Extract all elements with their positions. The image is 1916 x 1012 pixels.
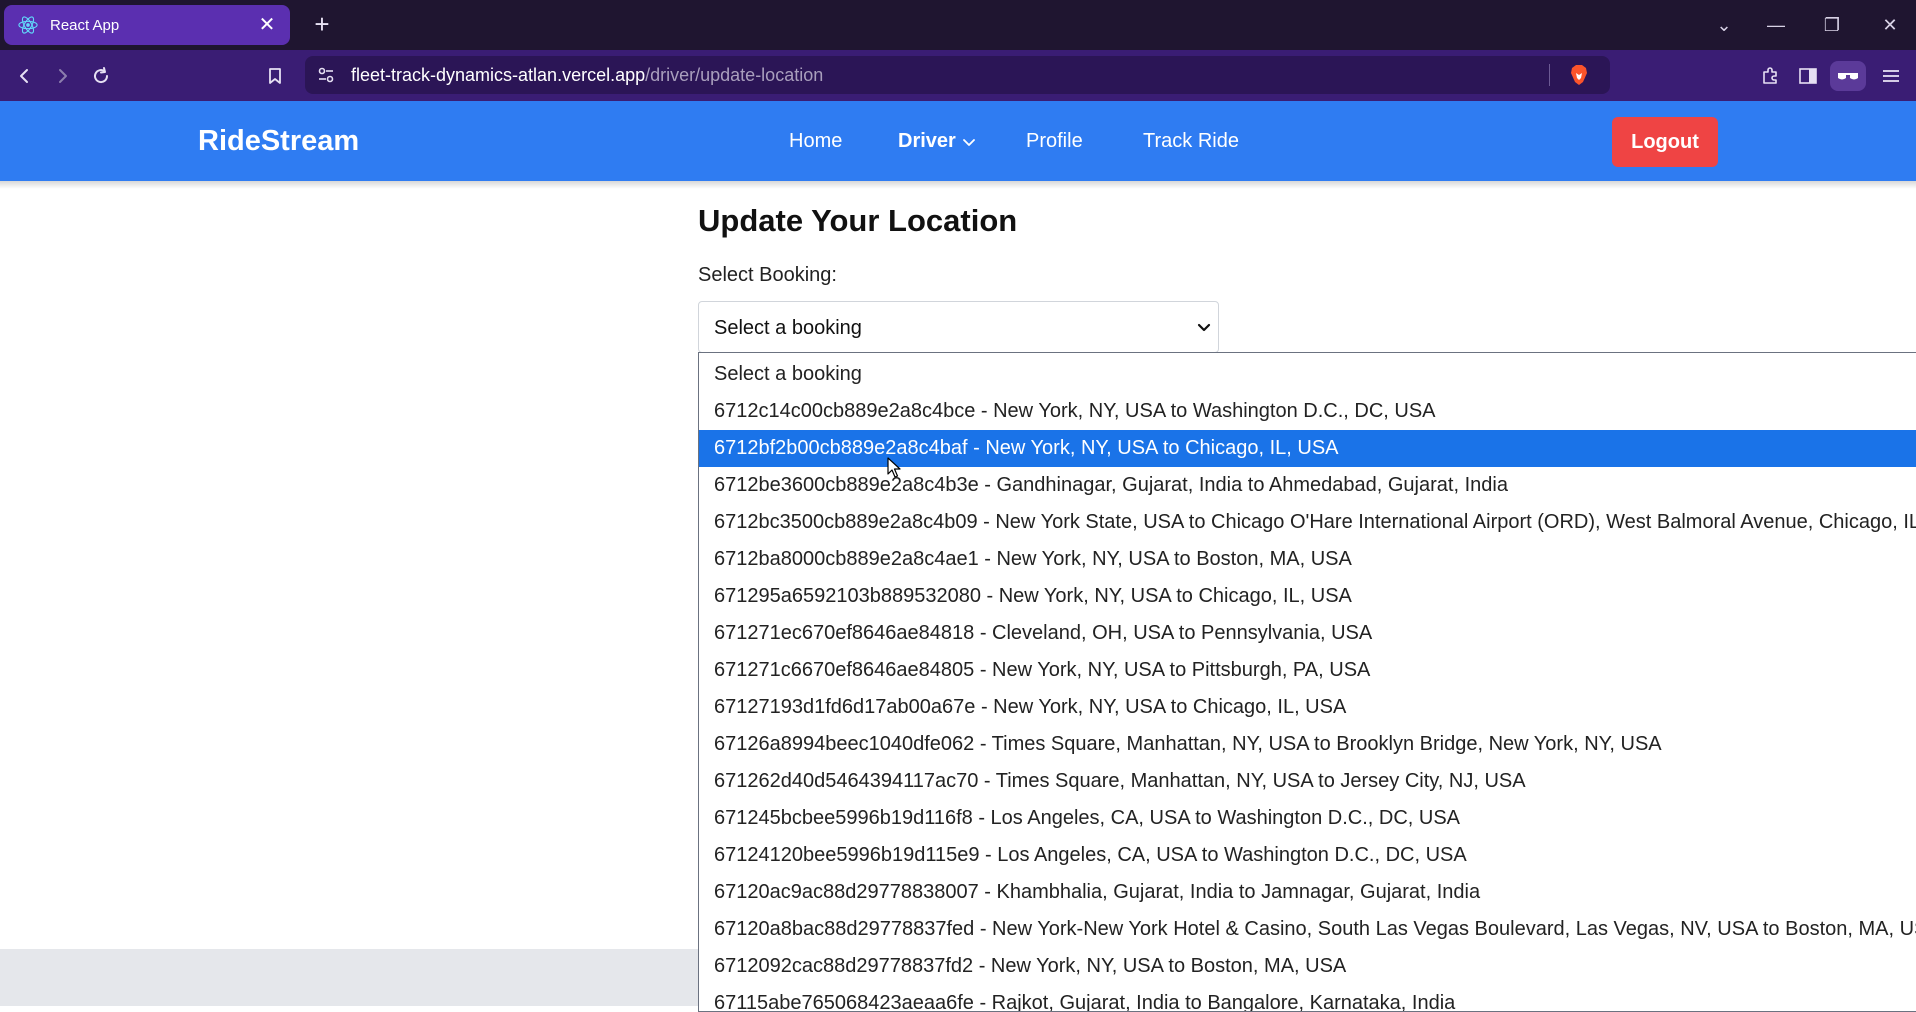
page-title: Update Your Location — [698, 203, 1018, 238]
dropdown-option[interactable]: 67126a8994beec1040dfe062 - Times Square,… — [699, 726, 1916, 763]
dropdown-option[interactable]: 67120ac9ac88d29778838007 - Khambhalia, G… — [699, 874, 1916, 911]
url-text[interactable]: fleet-track-dynamics-atlan.vercel.app/dr… — [351, 65, 823, 86]
site-settings-icon[interactable] — [317, 66, 335, 89]
minimize-button[interactable]: — — [1758, 9, 1794, 41]
url-path: /driver/update-location — [645, 65, 824, 85]
sidebar-toggle-icon[interactable] — [1793, 61, 1823, 91]
dropdown-option[interactable]: 671271c6670ef8646ae84805 - New York, NY,… — [699, 652, 1916, 689]
bookmark-icon[interactable] — [260, 61, 290, 91]
brave-shields-icon[interactable] — [1567, 63, 1591, 87]
browser-toolbar: fleet-track-dynamics-atlan.vercel.app/dr… — [0, 50, 1916, 101]
react-logo-icon — [18, 15, 38, 35]
url-host: fleet-track-dynamics-atlan.vercel.app — [351, 65, 646, 85]
brand-logo[interactable]: RideStream — [198, 125, 359, 158]
back-arrow-icon[interactable] — [10, 61, 40, 91]
nav-driver-dropdown[interactable]: Driver — [898, 130, 975, 153]
dropdown-option[interactable]: 671245bcbee5996b19d116f8 - Los Angeles, … — [699, 800, 1916, 837]
booking-label: Select Booking: — [698, 264, 837, 286]
dropdown-option[interactable]: 6712092cac88d29778837fd2 - New York, NY,… — [699, 948, 1916, 985]
dropdown-option[interactable]: 6712bc3500cb889e2a8c4b09 - New York Stat… — [699, 504, 1916, 541]
navbar-shadow — [0, 181, 1916, 189]
nav-track-ride[interactable]: Track Ride — [1143, 130, 1239, 153]
address-bar[interactable]: fleet-track-dynamics-atlan.vercel.app/dr… — [305, 56, 1610, 94]
app-navbar: RideStream Home Driver Profile Track Rid… — [0, 101, 1916, 181]
footer — [0, 949, 700, 1006]
booking-dropdown-list[interactable]: Select a booking 6712c14c00cb889e2a8c4bce… — [698, 352, 1916, 1012]
close-tab-icon[interactable]: ✕ — [256, 15, 278, 35]
mouse-pointer-icon — [887, 457, 901, 479]
dropdown-option[interactable]: 671271ec670ef8646ae84818 - Cleveland, OH… — [699, 615, 1916, 652]
dropdown-option[interactable]: 67115abe765068423aeaa6fe - Rajkot, Gujar… — [699, 985, 1916, 1011]
logout-button[interactable]: Logout — [1612, 117, 1718, 167]
tab-search-chevron-icon[interactable]: ⌄ — [1706, 9, 1742, 41]
browser-tab-active[interactable]: React App ✕ — [4, 5, 290, 45]
booking-select-value: Select a booking — [714, 317, 862, 339]
brave-wallet-icon[interactable] — [1830, 61, 1866, 91]
nav-home[interactable]: Home — [789, 130, 842, 153]
new-tab-button[interactable]: + — [310, 8, 334, 42]
booking-select[interactable]: Select a booking — [698, 301, 1219, 353]
dropdown-option[interactable]: 671262d40d5464394117ac70 - Times Square,… — [699, 763, 1916, 800]
menu-icon[interactable] — [1876, 61, 1906, 91]
dropdown-option-placeholder[interactable]: Select a booking — [699, 356, 1916, 393]
dropdown-option[interactable]: 67124120bee5996b19d115e9 - Los Angeles, … — [699, 837, 1916, 874]
restore-button[interactable]: ❐ — [1814, 9, 1850, 41]
dropdown-option[interactable]: 671295a6592103b889532080 - New York, NY,… — [699, 578, 1916, 615]
nav-driver-label: Driver — [898, 130, 956, 152]
dropdown-option[interactable]: 6712c14c00cb889e2a8c4bce - New York, NY,… — [699, 393, 1916, 430]
dropdown-option[interactable]: 6712be3600cb889e2a8c4b3e - Gandhinagar, … — [699, 467, 1916, 504]
reload-icon[interactable] — [86, 61, 116, 91]
chevron-down-icon — [1196, 320, 1212, 336]
browser-tab-strip: React App ✕ + ⌄ — ❐ ✕ — [0, 0, 1916, 50]
address-divider — [1549, 64, 1550, 86]
dropdown-option[interactable]: 67120a8bac88d29778837fed - New York-New … — [699, 911, 1916, 948]
nav-profile[interactable]: Profile — [1026, 130, 1083, 153]
dropdown-option[interactable]: 67127193d1fd6d17ab00a67e - New York, NY,… — [699, 689, 1916, 726]
forward-arrow-icon[interactable] — [47, 61, 77, 91]
close-window-button[interactable]: ✕ — [1872, 9, 1908, 41]
dropdown-option[interactable]: 6712bf2b00cb889e2a8c4baf - New York, NY,… — [699, 430, 1916, 467]
chevron-down-icon — [962, 130, 975, 153]
dropdown-option[interactable]: 6712ba8000cb889e2a8c4ae1 - New York, NY,… — [699, 541, 1916, 578]
extensions-icon[interactable] — [1755, 61, 1785, 91]
tab-title: React App — [50, 16, 120, 34]
